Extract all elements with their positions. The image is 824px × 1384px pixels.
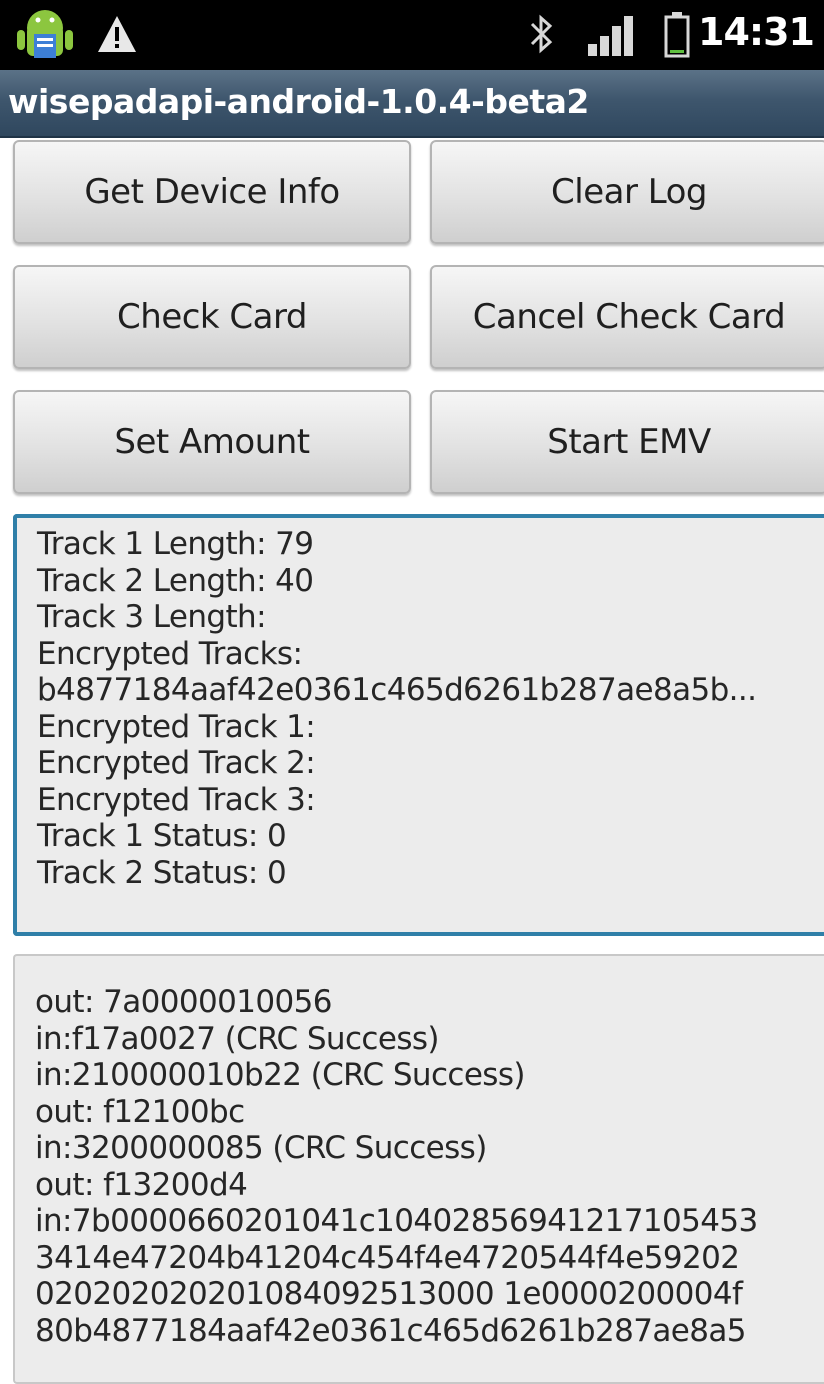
log-line: in:210000010b22 (CRC Success) [35, 1057, 526, 1093]
status-line: Encrypted Track 3: [37, 781, 316, 818]
status-bar-clock: 14:31 [698, 10, 815, 54]
status-line: Track 2 Length: 40 [37, 562, 314, 599]
android-notification-icon [17, 10, 73, 58]
check-card-button[interactable]: Check Card [13, 265, 411, 369]
log-line: in:f17a0027 (CRC Success) [35, 1020, 440, 1057]
bluetooth-icon [530, 14, 553, 54]
start-emv-button[interactable]: Start EMV [430, 390, 824, 494]
battery-icon [664, 12, 690, 58]
get-device-info-button[interactable]: Get Device Info [13, 140, 411, 244]
app-title: wisepadapi-android-1.0.4-beta2 [8, 82, 589, 121]
clear-log-button[interactable]: Clear Log [430, 140, 824, 244]
status-line: Track 2 Status: 0 [37, 854, 287, 891]
status-line: Encrypted Track 1: [37, 708, 316, 745]
log-line: 020202020201084092513000 1e0000200004f [35, 1276, 743, 1312]
status-line: Encrypted Track 2: [37, 745, 316, 781]
status-line: Encrypted Tracks: [37, 635, 303, 672]
status-line: Track 1 Status: 0 [37, 818, 287, 854]
log-line: 80b4877184aaf42e0361c465d6261b287ae8a5 [35, 1312, 746, 1349]
log-line: 3414e47204b41204c454f4e4720544f4e59202 [35, 1239, 740, 1276]
status-line: Track 3 Length: [37, 599, 267, 635]
log-line: out: 7a0000010056 [35, 984, 332, 1020]
status-line: b4877184aaf42e0361c465d6261b287ae8a5b... [37, 672, 757, 708]
main-content: Get Device Info Clear Log Check Card Can… [0, 140, 824, 1384]
log-line: in:7b0000660201041c10402856941217105453 [35, 1203, 758, 1239]
cancel-check-card-button[interactable]: Cancel Check Card [430, 265, 824, 369]
log-line: out: f13200d4 [35, 1166, 248, 1203]
status-text-area[interactable]: Track 1 Length: 79 Track 2 Length: 40 Tr… [13, 514, 824, 936]
signal-icon [588, 16, 633, 56]
status-bar: 14:31 [0, 0, 824, 70]
warning-icon [98, 16, 136, 52]
log-text-area[interactable]: out: 7a0000010056 in:f17a0027 (CRC Succe… [13, 954, 824, 1384]
set-amount-button[interactable]: Set Amount [13, 390, 411, 494]
log-line: in:3200000085 (CRC Success) [35, 1130, 487, 1166]
status-line: Track 1 Length: 79 [37, 526, 314, 562]
app-title-bar: wisepadapi-android-1.0.4-beta2 [0, 70, 824, 138]
log-line: out: f12100bc [35, 1093, 245, 1130]
